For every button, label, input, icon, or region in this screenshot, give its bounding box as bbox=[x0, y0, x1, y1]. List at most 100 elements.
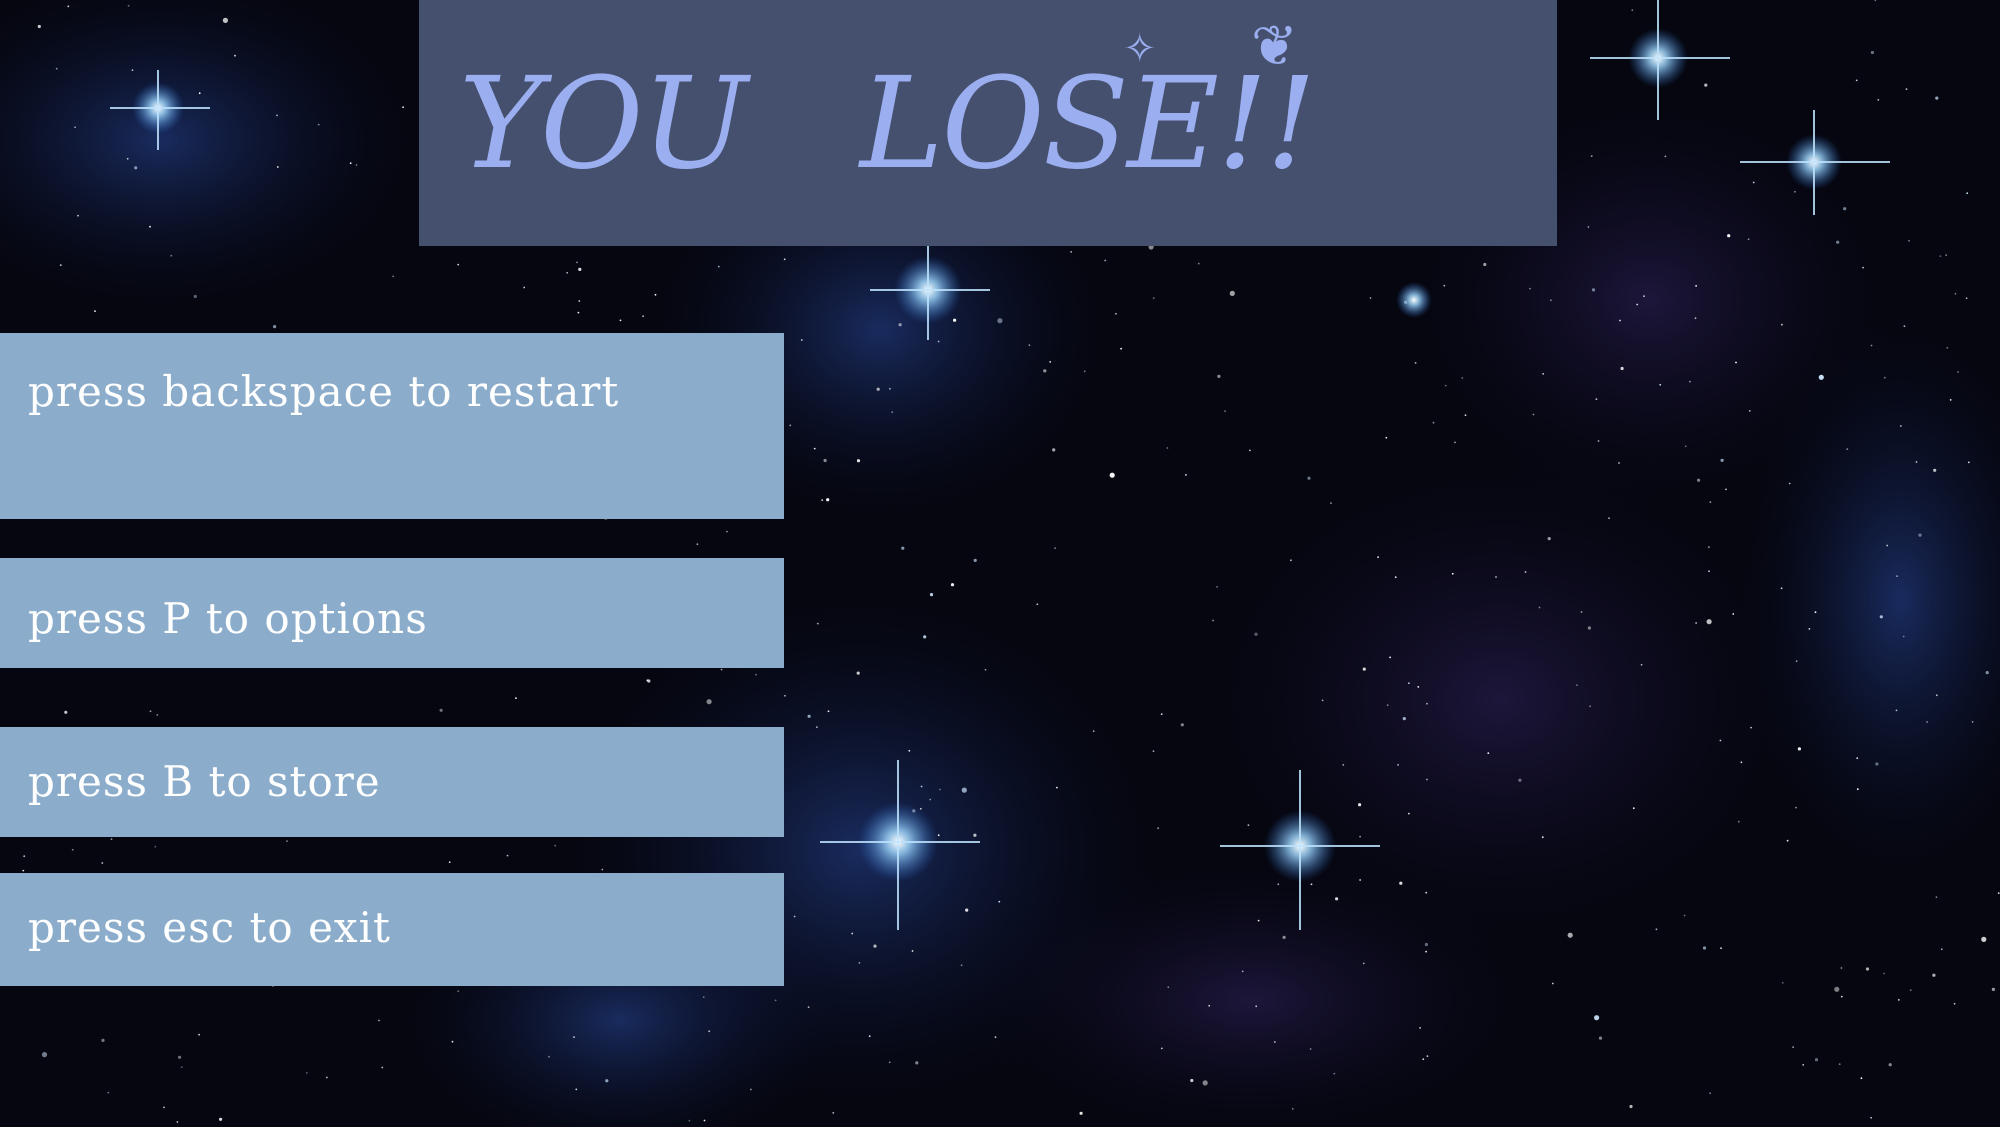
star bbox=[149, 225, 151, 228]
star bbox=[984, 668, 987, 671]
star bbox=[1291, 1108, 1294, 1110]
star bbox=[1282, 935, 1286, 940]
star bbox=[1443, 284, 1446, 287]
store-option[interactable]: press B to store bbox=[0, 727, 784, 837]
star bbox=[1524, 571, 1527, 573]
star bbox=[1595, 398, 1598, 400]
star bbox=[1290, 559, 1292, 562]
star bbox=[127, 4, 130, 7]
star bbox=[858, 962, 861, 964]
star bbox=[774, 999, 777, 1002]
star bbox=[1432, 421, 1435, 424]
star bbox=[1877, 99, 1880, 101]
star bbox=[1052, 448, 1056, 452]
star bbox=[1255, 1005, 1258, 1008]
star bbox=[1704, 83, 1708, 87]
star bbox=[349, 162, 352, 165]
star bbox=[965, 908, 969, 912]
star bbox=[1185, 474, 1187, 476]
star bbox=[961, 787, 967, 793]
star bbox=[1786, 839, 1789, 842]
star bbox=[1814, 1058, 1819, 1062]
star bbox=[1335, 897, 1339, 901]
star bbox=[901, 546, 905, 550]
star bbox=[305, 1072, 308, 1074]
star bbox=[1967, 461, 1970, 464]
star bbox=[911, 950, 914, 952]
star bbox=[619, 319, 622, 322]
star bbox=[1333, 1072, 1336, 1075]
star bbox=[1216, 586, 1218, 588]
star bbox=[1369, 297, 1372, 299]
star bbox=[813, 447, 816, 450]
star bbox=[1735, 361, 1737, 364]
exit-option[interactable]: press esc to exit bbox=[0, 873, 784, 986]
star bbox=[1054, 547, 1056, 549]
star bbox=[1551, 982, 1554, 985]
star bbox=[578, 267, 582, 271]
star bbox=[1935, 896, 1938, 899]
star bbox=[1875, 762, 1879, 766]
star bbox=[1362, 962, 1365, 965]
star bbox=[1389, 656, 1391, 659]
star bbox=[783, 258, 786, 261]
star bbox=[1589, 705, 1591, 708]
star bbox=[973, 558, 977, 563]
star bbox=[1843, 207, 1847, 211]
star bbox=[448, 861, 451, 864]
star bbox=[784, 694, 786, 697]
star bbox=[101, 862, 104, 864]
star bbox=[1152, 297, 1155, 299]
star bbox=[696, 543, 699, 546]
star bbox=[1217, 374, 1221, 378]
star bbox=[1229, 290, 1235, 296]
store-option-label: press B to store bbox=[28, 757, 381, 806]
star bbox=[1166, 447, 1169, 449]
star bbox=[1725, 488, 1727, 491]
star bbox=[1397, 764, 1399, 766]
star bbox=[856, 459, 861, 463]
star bbox=[1957, 371, 1959, 373]
options-option[interactable]: press P to options bbox=[0, 558, 784, 668]
star bbox=[605, 1079, 609, 1083]
star bbox=[1419, 1027, 1421, 1029]
star bbox=[101, 1038, 105, 1042]
restart-option[interactable]: press backspace to restart bbox=[0, 333, 784, 519]
star bbox=[1949, 399, 1952, 401]
star bbox=[1070, 251, 1072, 253]
star bbox=[750, 1088, 752, 1091]
star bbox=[1946, 346, 1949, 349]
star bbox=[1802, 1064, 1805, 1066]
star bbox=[1594, 1015, 1600, 1021]
star bbox=[654, 293, 657, 296]
star bbox=[1814, 611, 1817, 614]
star bbox=[1747, 238, 1750, 241]
leaf-icon: ❦ bbox=[1251, 14, 1298, 79]
star bbox=[998, 900, 1001, 903]
star bbox=[222, 17, 228, 23]
star bbox=[1905, 88, 1908, 90]
star bbox=[1752, 181, 1755, 184]
star bbox=[1056, 786, 1058, 789]
star bbox=[1933, 468, 1937, 472]
star bbox=[1426, 778, 1428, 781]
star bbox=[1422, 1058, 1425, 1061]
star bbox=[1532, 413, 1535, 416]
options-option-label: press P to options bbox=[28, 594, 428, 643]
star bbox=[726, 530, 728, 533]
star bbox=[1109, 472, 1115, 478]
star bbox=[688, 1119, 691, 1122]
star bbox=[180, 1066, 183, 1068]
restart-option-label: press backspace to restart bbox=[28, 367, 620, 416]
star bbox=[973, 833, 977, 837]
star bbox=[1541, 836, 1544, 839]
star bbox=[1795, 660, 1798, 662]
star bbox=[1750, 726, 1752, 729]
star bbox=[1529, 287, 1531, 290]
star bbox=[997, 318, 1003, 324]
star bbox=[23, 855, 26, 858]
star bbox=[1254, 632, 1258, 636]
star bbox=[1425, 950, 1427, 953]
star bbox=[1708, 546, 1710, 548]
star bbox=[1309, 1048, 1312, 1050]
